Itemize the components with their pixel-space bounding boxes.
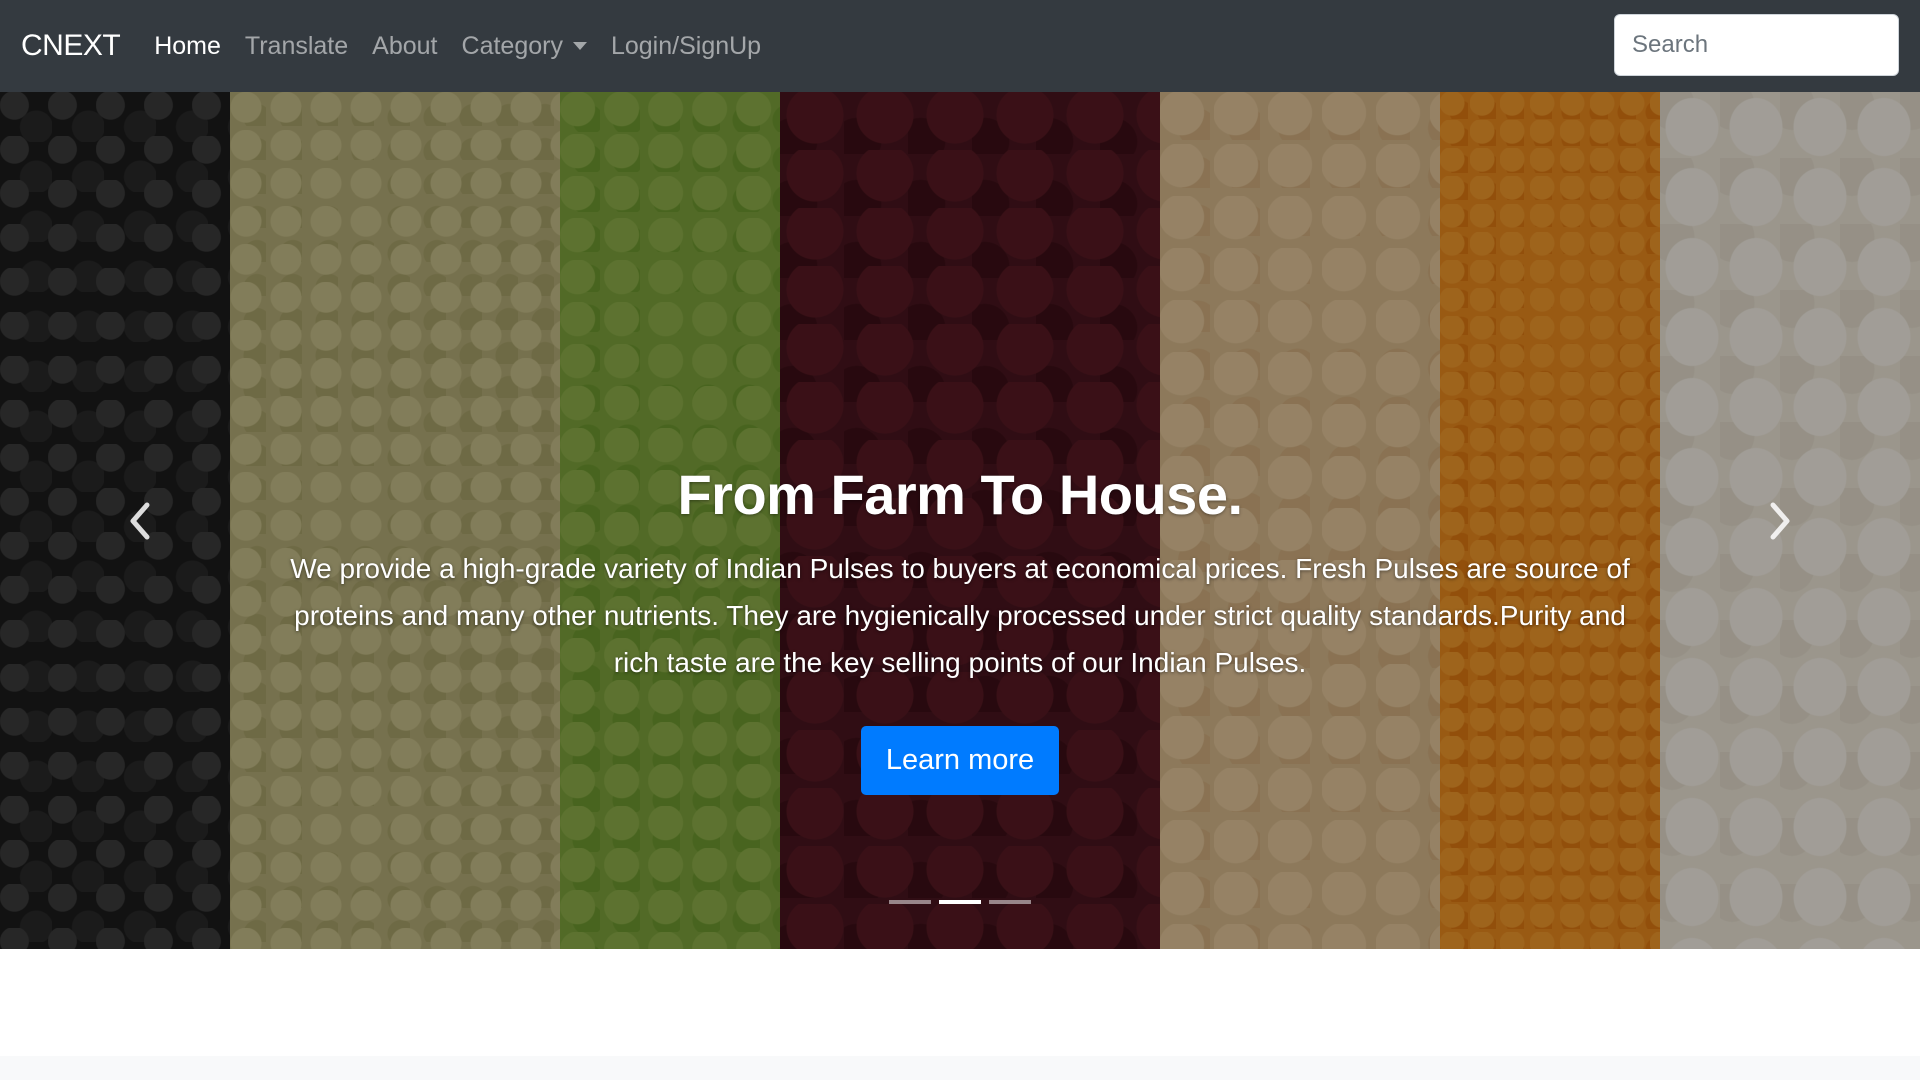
hero-carousel: From Farm To House. We provide a high-gr… [0, 92, 1920, 949]
carousel-indicator-active[interactable] [939, 900, 981, 904]
hero-title: From Farm To House. [677, 463, 1243, 526]
nav-links: Home Translate About Category Login/Sign… [154, 32, 785, 61]
carousel-indicator[interactable] [889, 900, 931, 904]
search-input[interactable] [1614, 14, 1899, 76]
footer-strip [0, 1056, 1920, 1080]
nav-home[interactable]: Home [154, 32, 221, 61]
learn-more-button[interactable]: Learn more [860, 726, 1060, 795]
carousel-indicators [0, 900, 1920, 904]
nav-category-dropdown[interactable]: Category [462, 32, 587, 61]
nav-login-signup[interactable]: Login/SignUp [611, 32, 761, 61]
top-navbar: CNEXT Home Translate About Category Logi… [0, 0, 1920, 92]
hero-description: We provide a high-grade variety of India… [290, 553, 1630, 678]
nav-category-label: Category [461, 31, 563, 60]
caret-down-icon [572, 42, 587, 50]
carousel-caption: From Farm To House. We provide a high-gr… [0, 462, 1920, 795]
carousel-indicator[interactable] [989, 900, 1031, 904]
nav-about[interactable]: About [372, 32, 437, 61]
nav-translate[interactable]: Translate [245, 32, 348, 61]
brand-logo[interactable]: CNEXT [21, 29, 121, 63]
